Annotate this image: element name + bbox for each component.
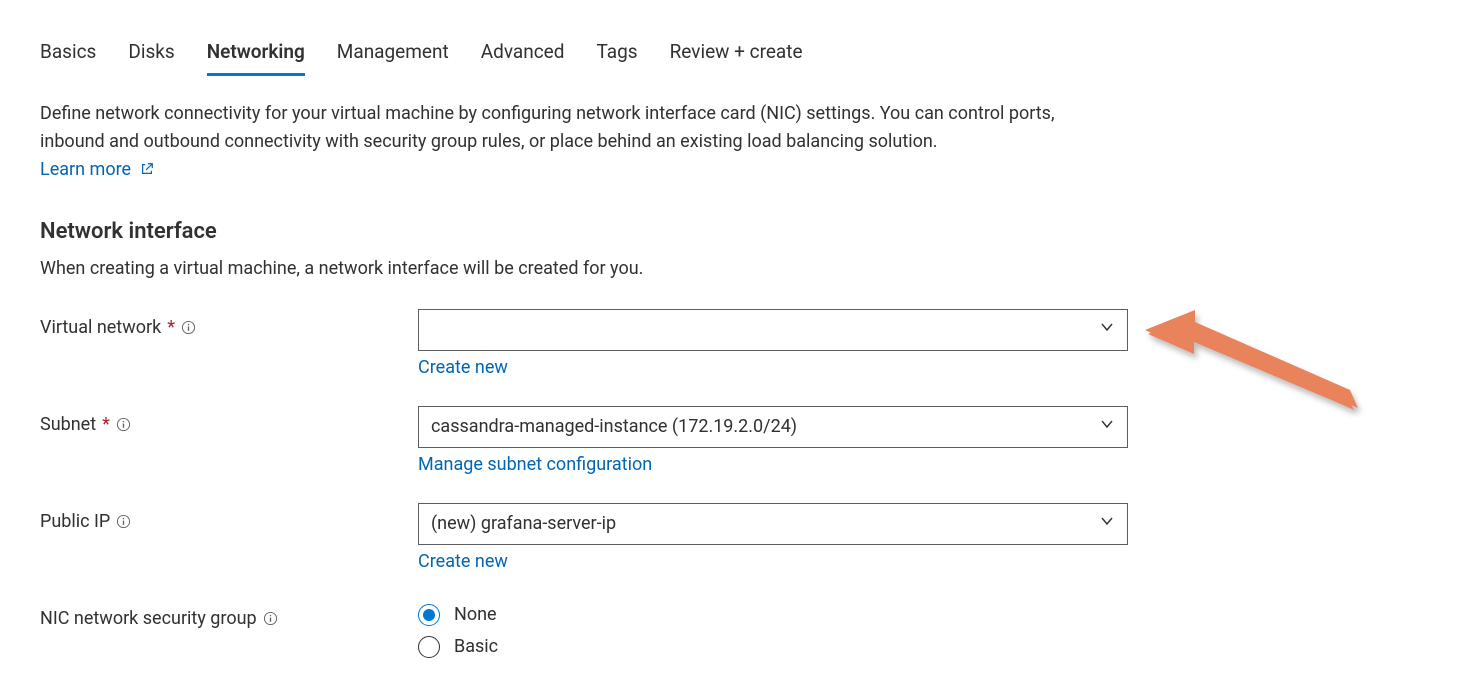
- radio-icon: [418, 604, 440, 626]
- info-icon[interactable]: [181, 320, 196, 335]
- info-icon[interactable]: [116, 417, 131, 432]
- subnet-value: cassandra-managed-instance (172.19.2.0/2…: [431, 416, 797, 437]
- external-link-icon: [140, 157, 154, 185]
- tab-networking[interactable]: Networking: [207, 40, 305, 76]
- nic-nsg-option-basic-label: Basic: [454, 636, 498, 657]
- nic-nsg-option-none-label: None: [454, 604, 497, 625]
- section-subtitle: When creating a virtual machine, a netwo…: [40, 258, 1438, 279]
- nic-nsg-option-none[interactable]: None: [418, 604, 1128, 626]
- tab-management[interactable]: Management: [337, 40, 449, 76]
- label-subnet-text: Subnet: [40, 414, 96, 435]
- nic-nsg-option-basic[interactable]: Basic: [418, 636, 1128, 658]
- description-text: Define network connectivity for your vir…: [40, 103, 1055, 152]
- learn-more-link[interactable]: Learn more: [40, 159, 154, 180]
- learn-more-label: Learn more: [40, 159, 131, 180]
- required-indicator: *: [102, 414, 110, 435]
- label-nic-nsg: NIC network security group: [40, 600, 418, 629]
- public-ip-create-new-link[interactable]: Create new: [418, 551, 508, 572]
- radio-icon: [418, 636, 440, 658]
- tab-basics[interactable]: Basics: [40, 40, 96, 76]
- label-public-ip-text: Public IP: [40, 511, 110, 532]
- required-indicator: *: [167, 317, 175, 338]
- info-icon[interactable]: [116, 514, 131, 529]
- label-public-ip: Public IP: [40, 503, 418, 532]
- label-virtual-network: Virtual network *: [40, 309, 418, 338]
- description-block: Define network connectivity for your vir…: [40, 100, 1120, 185]
- public-ip-select[interactable]: (new) grafana-server-ip: [418, 503, 1128, 545]
- tab-advanced[interactable]: Advanced: [481, 40, 565, 76]
- manage-subnet-link[interactable]: Manage subnet configuration: [418, 454, 652, 475]
- label-nic-nsg-text: NIC network security group: [40, 608, 257, 629]
- tab-review-create[interactable]: Review + create: [670, 40, 803, 76]
- row-public-ip: Public IP (new) grafana-server-ip Create…: [40, 503, 1438, 590]
- public-ip-value: (new) grafana-server-ip: [431, 513, 616, 534]
- chevron-down-icon: [1099, 319, 1115, 340]
- row-virtual-network: Virtual network * Create new: [40, 309, 1438, 396]
- row-subnet: Subnet * cassandra-managed-instance (172…: [40, 406, 1438, 493]
- info-icon[interactable]: [263, 611, 278, 626]
- chevron-down-icon: [1099, 416, 1115, 437]
- virtual-network-select[interactable]: [418, 309, 1128, 351]
- label-subnet: Subnet *: [40, 406, 418, 435]
- section-title: Network interface: [40, 219, 1438, 244]
- tabs: Basics Disks Networking Management Advan…: [40, 40, 1438, 76]
- virtual-network-create-new-link[interactable]: Create new: [418, 357, 508, 378]
- chevron-down-icon: [1099, 513, 1115, 534]
- label-virtual-network-text: Virtual network: [40, 317, 161, 338]
- subnet-select[interactable]: cassandra-managed-instance (172.19.2.0/2…: [418, 406, 1128, 448]
- tab-tags[interactable]: Tags: [596, 40, 637, 76]
- tab-disks[interactable]: Disks: [128, 40, 174, 76]
